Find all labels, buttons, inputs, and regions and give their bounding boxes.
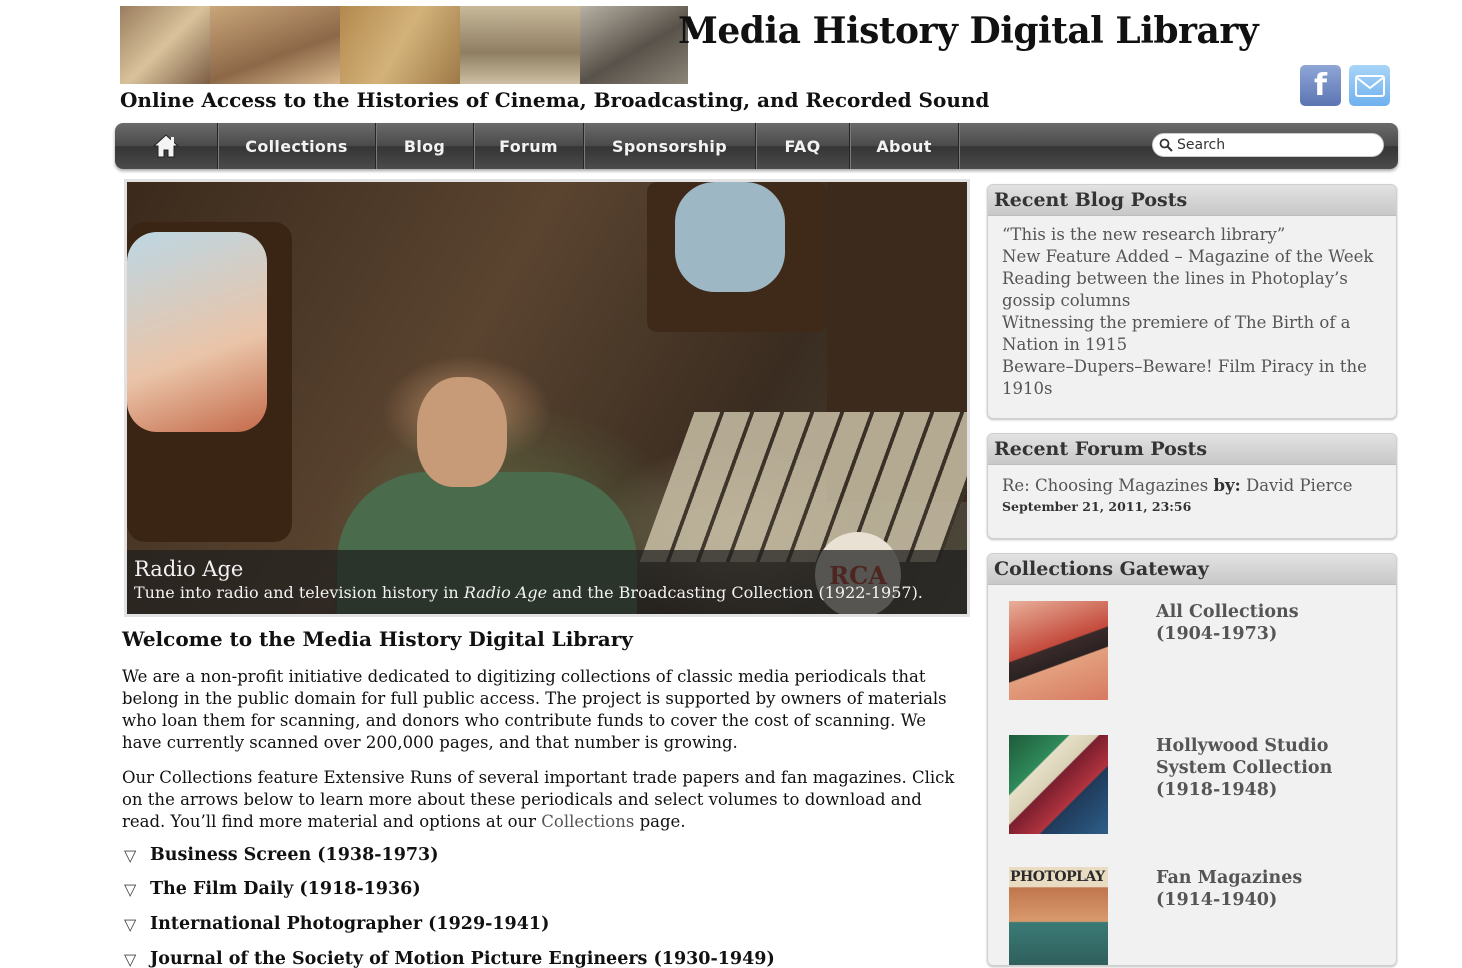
nav-about[interactable]: About — [850, 123, 959, 169]
periodical-expander[interactable]: ▽ Business Screen (1938-1973) — [124, 845, 439, 865]
photoplay-masthead: PHOTOPLAY — [1010, 869, 1105, 885]
technician-head — [417, 377, 507, 487]
widget-title: Recent Blog Posts — [988, 185, 1396, 216]
collection-years: (1918-1948) — [1156, 780, 1278, 800]
collection-years: (1914-1940) — [1156, 890, 1278, 910]
hero-caption-text: Tune into radio and television history i… — [134, 582, 960, 604]
television-screen-left — [127, 232, 267, 432]
forum-author-link[interactable]: David Pierce — [1246, 476, 1353, 495]
collection-name: All Collections — [1156, 602, 1299, 622]
search-icon — [1159, 138, 1173, 152]
envelope-icon — [1354, 74, 1385, 97]
caption-suffix: and the Broadcasting Collection (1922-19… — [547, 583, 923, 602]
blog-post-link[interactable]: New Feature Added – Magazine of the Week — [1002, 246, 1382, 268]
nav-collections[interactable]: Collections — [218, 123, 376, 169]
facebook-icon[interactable]: f — [1300, 65, 1341, 106]
nav-sponsorship[interactable]: Sponsorship — [584, 123, 756, 169]
intro-paragraph: We are a non-profit initiative dedicated… — [122, 667, 947, 752]
expand-arrow-icon[interactable]: ▽ — [124, 846, 150, 865]
expand-arrow-icon[interactable]: ▽ — [124, 880, 150, 899]
caption-prefix: Tune into radio and television history i… — [134, 583, 464, 602]
periodical-expander[interactable]: ▽ International Photographer (1929-1941) — [124, 914, 549, 934]
facebook-glyph: f — [1313, 68, 1328, 103]
collage-machine-image — [210, 6, 340, 84]
periodical-title[interactable]: International Photographer (1929-1941) — [150, 914, 549, 934]
hero-caption: Radio Age Tune into radio and television… — [127, 550, 967, 614]
expand-arrow-icon[interactable]: ▽ — [124, 915, 150, 934]
caption-italic: Radio Age — [463, 583, 548, 602]
tube-rack — [639, 412, 967, 562]
forum-post: Re: Choosing Magazines by: David Pierce — [1002, 475, 1382, 497]
periodical-expander[interactable]: ▽ Journal of the Society of Motion Pictu… — [124, 949, 775, 968]
blog-post-link[interactable]: Reading between the lines in Photoplay’s… — [1002, 268, 1382, 312]
search-input[interactable] — [1177, 137, 1377, 153]
collections-paragraph-suffix: page. — [634, 812, 686, 831]
social-links: f — [1300, 65, 1390, 106]
periodical-title[interactable]: The Film Daily (1918-1936) — [150, 879, 421, 899]
collection-years: (1904-1973) — [1156, 624, 1278, 644]
nav-home-button[interactable] — [115, 123, 218, 169]
collection-link[interactable]: Hollywood Studio System Collection (1918-… — [1156, 735, 1336, 801]
forum-by-label: by: — [1213, 476, 1241, 495]
blog-post-link[interactable]: “This is the new research library” — [1002, 224, 1382, 246]
collections-link[interactable]: Collections — [541, 812, 634, 831]
site-title[interactable]: Media History Digital Library — [678, 10, 1259, 52]
collection-link[interactable]: Fan Magazines (1914-1940) — [1156, 867, 1302, 911]
nav-forum[interactable]: Forum — [474, 123, 584, 169]
collage-eyes-image — [120, 6, 210, 84]
collections-paragraph: Our Collections feature Extensive Runs o… — [122, 767, 967, 833]
collections-paragraph-prefix: Our Collections feature Extensive Runs o… — [122, 768, 955, 831]
collage-portrait-image — [580, 6, 688, 84]
collections-gateway-widget: Collections Gateway All Collections (1904… — [987, 553, 1397, 966]
collection-thumbnail[interactable]: PHOTOPLAY — [1009, 867, 1108, 965]
collection-link[interactable]: All Collections (1904-1973) — [1156, 601, 1299, 645]
collection-thumbnail[interactable] — [1009, 601, 1108, 700]
hero-caption-title[interactable]: Radio Age — [134, 556, 960, 582]
recent-blog-posts-widget: Recent Blog Posts “This is the new resea… — [987, 184, 1397, 419]
collage-lettering-image — [340, 6, 460, 84]
nav-blog[interactable]: Blog — [376, 123, 474, 169]
periodical-title[interactable]: Business Screen (1938-1973) — [150, 845, 439, 865]
forum-post-link[interactable]: Re: Choosing Magazines — [1002, 476, 1208, 495]
welcome-heading: Welcome to the Media History Digital Lib… — [122, 627, 633, 651]
recent-forum-posts-widget: Recent Forum Posts Re: Choosing Magazine… — [987, 433, 1397, 539]
collection-name: Fan Magazines — [1156, 868, 1303, 888]
collection-thumbnail[interactable] — [1009, 735, 1108, 834]
site-tagline: Online Access to the Histories of Cinema… — [120, 88, 990, 112]
nav-faq[interactable]: FAQ — [756, 123, 850, 169]
blog-post-link[interactable]: Beware–Dupers–Beware! Film Piracy in the… — [1002, 356, 1382, 400]
periodical-title[interactable]: Journal of the Society of Motion Picture… — [150, 949, 775, 968]
collection-name: Hollywood Studio System Collection — [1156, 736, 1333, 778]
main-navigation: Collections Blog Forum Sponsorship FAQ A… — [115, 123, 1398, 169]
periodical-expander[interactable]: ▽ The Film Daily (1918-1936) — [124, 879, 421, 899]
email-icon[interactable] — [1349, 65, 1390, 106]
home-icon — [152, 134, 180, 158]
forum-post-date: September 21, 2011, 23:56 — [1002, 499, 1192, 514]
search-box[interactable] — [1152, 133, 1384, 157]
widget-title: Collections Gateway — [988, 554, 1396, 585]
blog-post-link[interactable]: Witnessing the premiere of The Birth of … — [1002, 312, 1382, 356]
collage-face-image — [460, 6, 580, 84]
widget-title: Recent Forum Posts — [988, 434, 1396, 465]
television-screen-right — [675, 182, 785, 292]
header-banner-collage[interactable] — [120, 6, 688, 84]
hero-slideshow[interactable]: RCA Radio Age Tune into radio and televi… — [124, 179, 970, 617]
expand-arrow-icon[interactable]: ▽ — [124, 950, 150, 968]
